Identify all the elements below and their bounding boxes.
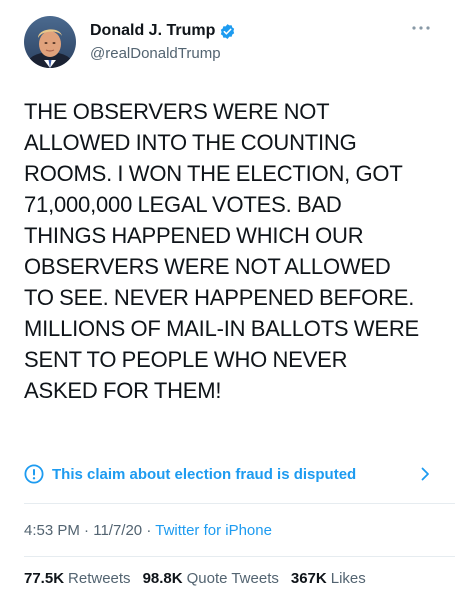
tweet-text: THE OBSERVERS WERE NOT ALLOWED INTO THE … [24,99,420,403]
tweet-card: Donald J. Trump @realDonaldTrump THE OBS… [0,0,455,600]
author-display-name[interactable]: Donald J. Trump [90,22,215,40]
disputed-claim-notice[interactable]: This claim about election fraud is dispu… [24,462,432,486]
meta-separator: · [146,522,152,539]
chevron-right-icon[interactable] [418,467,432,481]
tweet-source[interactable]: Twitter for iPhone [155,522,272,539]
retweets-label: Retweets [68,570,131,587]
tweet-meta: 4:53 PM · 11/7/20 · Twitter for iPhone [24,522,272,539]
quote-tweets-stat[interactable]: 98.8K Quote Tweets [143,570,279,587]
tweet-date[interactable]: 11/7/20 [93,522,142,539]
avatar[interactable] [24,16,76,68]
info-icon [24,464,44,484]
quote-tweets-label: Quote Tweets [186,570,279,587]
profile-photo-icon [24,16,76,68]
retweets-count: 77.5K [24,570,65,587]
author-handle[interactable]: @realDonaldTrump [90,45,221,62]
disputed-notice-label[interactable]: This claim about election fraud is dispu… [52,466,418,483]
meta-separator: · [84,522,90,539]
likes-stat[interactable]: 367K Likes [291,570,366,587]
divider [24,556,455,557]
likes-label: Likes [330,570,366,587]
author-name-row[interactable]: Donald J. Trump [90,22,236,40]
retweets-stat[interactable]: 77.5K Retweets [24,570,131,587]
tweet-time[interactable]: 4:53 PM [24,522,80,539]
tweet-stats: 77.5K Retweets 98.8K Quote Tweets 367K Like… [24,570,366,587]
verified-badge-icon [221,23,235,39]
more-options-icon[interactable] [411,20,431,31]
likes-count: 367K [290,570,327,587]
quote-tweets-count: 98.8K [142,570,183,587]
divider [24,503,455,504]
